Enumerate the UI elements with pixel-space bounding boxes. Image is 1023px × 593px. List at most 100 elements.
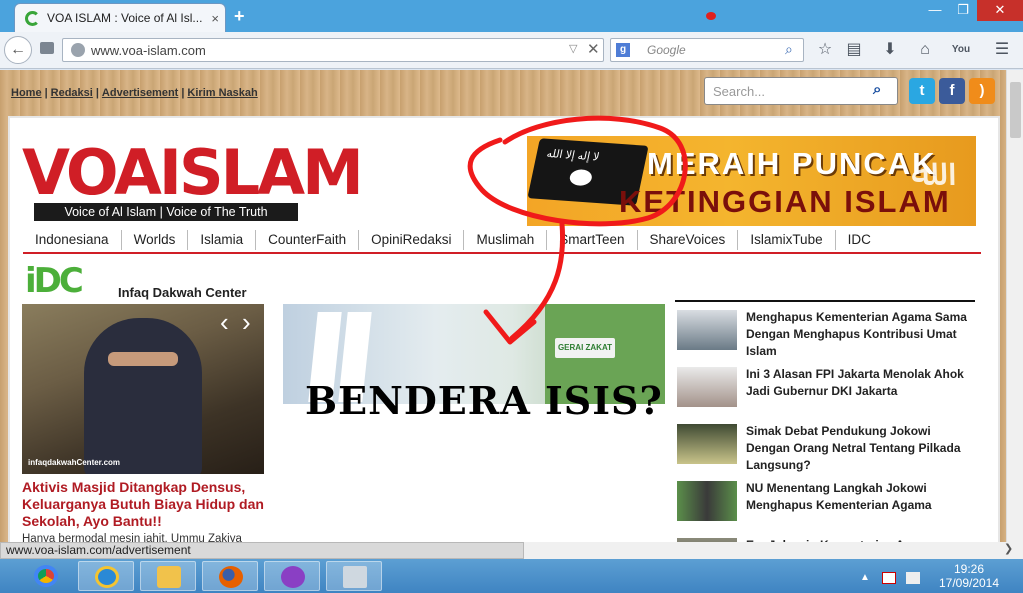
- link-redaksi[interactable]: Redaksi: [51, 87, 93, 99]
- logo-tagline: Voice of Al Islam | Voice of The Truth: [34, 203, 298, 221]
- banner-line-2: KETINGGIAN ISLAM: [619, 184, 951, 219]
- annotation-text: BENDERA ISIS?: [305, 378, 663, 423]
- news-title[interactable]: NU Menentang Langkah Jokowi Menghapus Ke…: [746, 480, 976, 514]
- list-item[interactable]: Menghapus Kementerian Agama Sama Dengan …: [675, 302, 975, 359]
- youtube-icon[interactable]: You: [951, 40, 971, 60]
- facebook-icon[interactable]: f: [939, 78, 965, 104]
- header-banner[interactable]: لا إله إلا الله MERAIH PUNCAK KETINGGIAN…: [527, 136, 976, 226]
- menu-item-indonesiana[interactable]: Indonesiana: [23, 230, 122, 250]
- site-logo[interactable]: VOAISLAM Voice of Al Islam | Voice of Th…: [22, 133, 364, 223]
- home-icon[interactable]: ⌂: [915, 40, 935, 60]
- taskbar-app-calculator[interactable]: [326, 561, 382, 591]
- twitter-icon[interactable]: t: [909, 78, 935, 104]
- menu-item-smartteen[interactable]: SmartTeen: [547, 230, 638, 250]
- browser-tab-bar: VOA ISLAM : Voice of Al Isl... × + — ❐ ✕: [0, 0, 1023, 32]
- scroll-right-icon[interactable]: ❯: [1004, 542, 1013, 555]
- status-bar: www.voa-islam.com/advertisement: [0, 542, 524, 559]
- stop-icon[interactable]: ✕: [587, 40, 600, 58]
- history-icon[interactable]: [40, 42, 54, 54]
- menu-item-worlds[interactable]: Worlds: [122, 230, 189, 250]
- menu-item-islamixtube[interactable]: IslamixTube: [738, 230, 836, 250]
- taskbar-app-file-explorer[interactable]: [140, 561, 196, 591]
- menu-item-islamia[interactable]: Islamia: [188, 230, 257, 250]
- site-search-placeholder: Search...: [713, 84, 766, 99]
- news-title[interactable]: Menghapus Kementerian Agama Sama Dengan …: [746, 309, 976, 360]
- battery-icon[interactable]: [906, 572, 920, 584]
- browser-tab[interactable]: VOA ISLAM : Voice of Al Isl... ×: [14, 3, 226, 32]
- link-advertisement[interactable]: Advertisement: [102, 87, 178, 99]
- recording-dot-icon: [706, 12, 716, 20]
- link-kirim-naskah[interactable]: Kirim Naskah: [187, 87, 257, 99]
- taskbar-app-firefox[interactable]: [202, 561, 258, 591]
- clock-date: 17/09/2014: [938, 576, 1000, 590]
- list-item[interactable]: Ini 3 Alasan FPI Jakarta Menolak Ahok Ja…: [675, 359, 975, 416]
- messenger-icon: [281, 566, 305, 588]
- news-thumb[interactable]: [677, 424, 737, 464]
- site-search-icon[interactable]: ⌕: [873, 81, 881, 98]
- bookmarks-icon[interactable]: ▤: [844, 40, 864, 60]
- taskbar-app-messenger[interactable]: [264, 561, 320, 591]
- back-button[interactable]: ←: [4, 36, 32, 64]
- taskbar-app-chrome[interactable]: [18, 561, 74, 591]
- new-tab-button[interactable]: +: [234, 6, 245, 27]
- photo-watermark: infaqdakwahCenter.com: [28, 458, 121, 467]
- news-thumb[interactable]: [677, 481, 737, 521]
- browser-search-box[interactable]: g Google ⌕: [610, 38, 804, 62]
- folder-icon: [157, 566, 181, 588]
- menu-item-muslimah[interactable]: Muslimah: [464, 230, 548, 250]
- tab-close-icon[interactable]: ×: [211, 11, 219, 26]
- internet-explorer-icon: [95, 566, 119, 588]
- download-icon[interactable]: ⬇: [880, 40, 900, 60]
- network-icon[interactable]: [882, 572, 896, 584]
- idc-logo: iDC: [25, 261, 84, 301]
- menu-icon[interactable]: ☰: [992, 40, 1012, 60]
- link-home[interactable]: Home: [11, 87, 42, 99]
- site-search-input[interactable]: Search... ⌕: [704, 77, 898, 105]
- clock-time: 19:26: [953, 562, 985, 576]
- menu-item-idc[interactable]: IDC: [836, 230, 883, 250]
- news-title[interactable]: Ini 3 Alasan FPI Jakarta Menolak Ahok Ja…: [746, 366, 976, 400]
- bookmark-star-icon[interactable]: ☆: [815, 40, 835, 60]
- rss-icon[interactable]: ): [969, 78, 995, 104]
- vertical-scrollbar[interactable]: [1006, 70, 1023, 542]
- address-bar[interactable]: www.voa-islam.com ▽ ✕: [62, 38, 604, 62]
- main-menu: Indonesiana Worlds Islamia CounterFaith …: [23, 229, 981, 254]
- slider-next-icon[interactable]: ›: [242, 309, 260, 336]
- news-thumb[interactable]: [677, 310, 737, 350]
- search-icon[interactable]: ⌕: [785, 41, 793, 58]
- firefox-icon: [219, 566, 243, 588]
- slider-prev-icon[interactable]: ‹: [220, 309, 238, 336]
- horizontal-scrollbar[interactable]: ❯: [524, 542, 1023, 559]
- calculator-icon: [343, 566, 367, 588]
- list-item[interactable]: Simak Debat Pendukung Jokowi Dengan Oran…: [675, 416, 975, 473]
- globe-icon: [71, 43, 85, 57]
- menu-item-counterfaith[interactable]: CounterFaith: [256, 230, 360, 250]
- news-thumb[interactable]: [677, 367, 737, 407]
- url-dropdown-icon[interactable]: ▽: [569, 42, 577, 55]
- gerai-zakat-sign: GERAI ZAKAT: [555, 338, 615, 358]
- chrome-icon: [34, 565, 58, 587]
- menu-item-sharevoices[interactable]: ShareVoices: [638, 230, 739, 250]
- tray-expand-icon[interactable]: ▲: [860, 572, 870, 583]
- url-text[interactable]: www.voa-islam.com: [91, 43, 206, 58]
- calligraphy-icon: ﷲ: [911, 152, 934, 194]
- voa-favicon-icon: [25, 10, 40, 26]
- featured-headline[interactable]: Aktivis Masjid Ditangkap Densus, Keluarg…: [22, 479, 272, 530]
- google-icon[interactable]: g: [616, 43, 630, 57]
- list-item[interactable]: NU Menentang Langkah Jokowi Menghapus Ke…: [675, 473, 975, 530]
- news-title[interactable]: Simak Debat Pendukung Jokowi Dengan Oran…: [746, 423, 976, 474]
- minimize-button[interactable]: —: [922, 0, 948, 21]
- search-engine-placeholder: Google: [647, 43, 686, 57]
- scroll-thumb[interactable]: [1010, 82, 1021, 138]
- featured-photo[interactable]: ‹ › infaqdakwahCenter.com: [22, 304, 264, 474]
- close-window-button[interactable]: ✕: [977, 0, 1023, 21]
- taskbar-app-internet-explorer[interactable]: [78, 561, 134, 591]
- idc-header[interactable]: iDC Infaq Dakwah Center: [25, 261, 275, 301]
- navigation-toolbar: ← www.voa-islam.com ▽ ✕ g Google ⌕ ☆ ▤ ⬇…: [0, 32, 1023, 69]
- menu-item-opiniredaksi[interactable]: OpiniRedaksi: [359, 230, 465, 250]
- tab-title: VOA ISLAM : Voice of Al Isl...: [47, 11, 203, 25]
- banner-line-1: MERAIH PUNCAK: [647, 146, 937, 181]
- flag-text: لا إله إلا الله: [545, 147, 601, 164]
- maximize-button[interactable]: ❐: [950, 0, 976, 21]
- taskbar-clock[interactable]: 19:26 17/09/2014: [938, 562, 1000, 590]
